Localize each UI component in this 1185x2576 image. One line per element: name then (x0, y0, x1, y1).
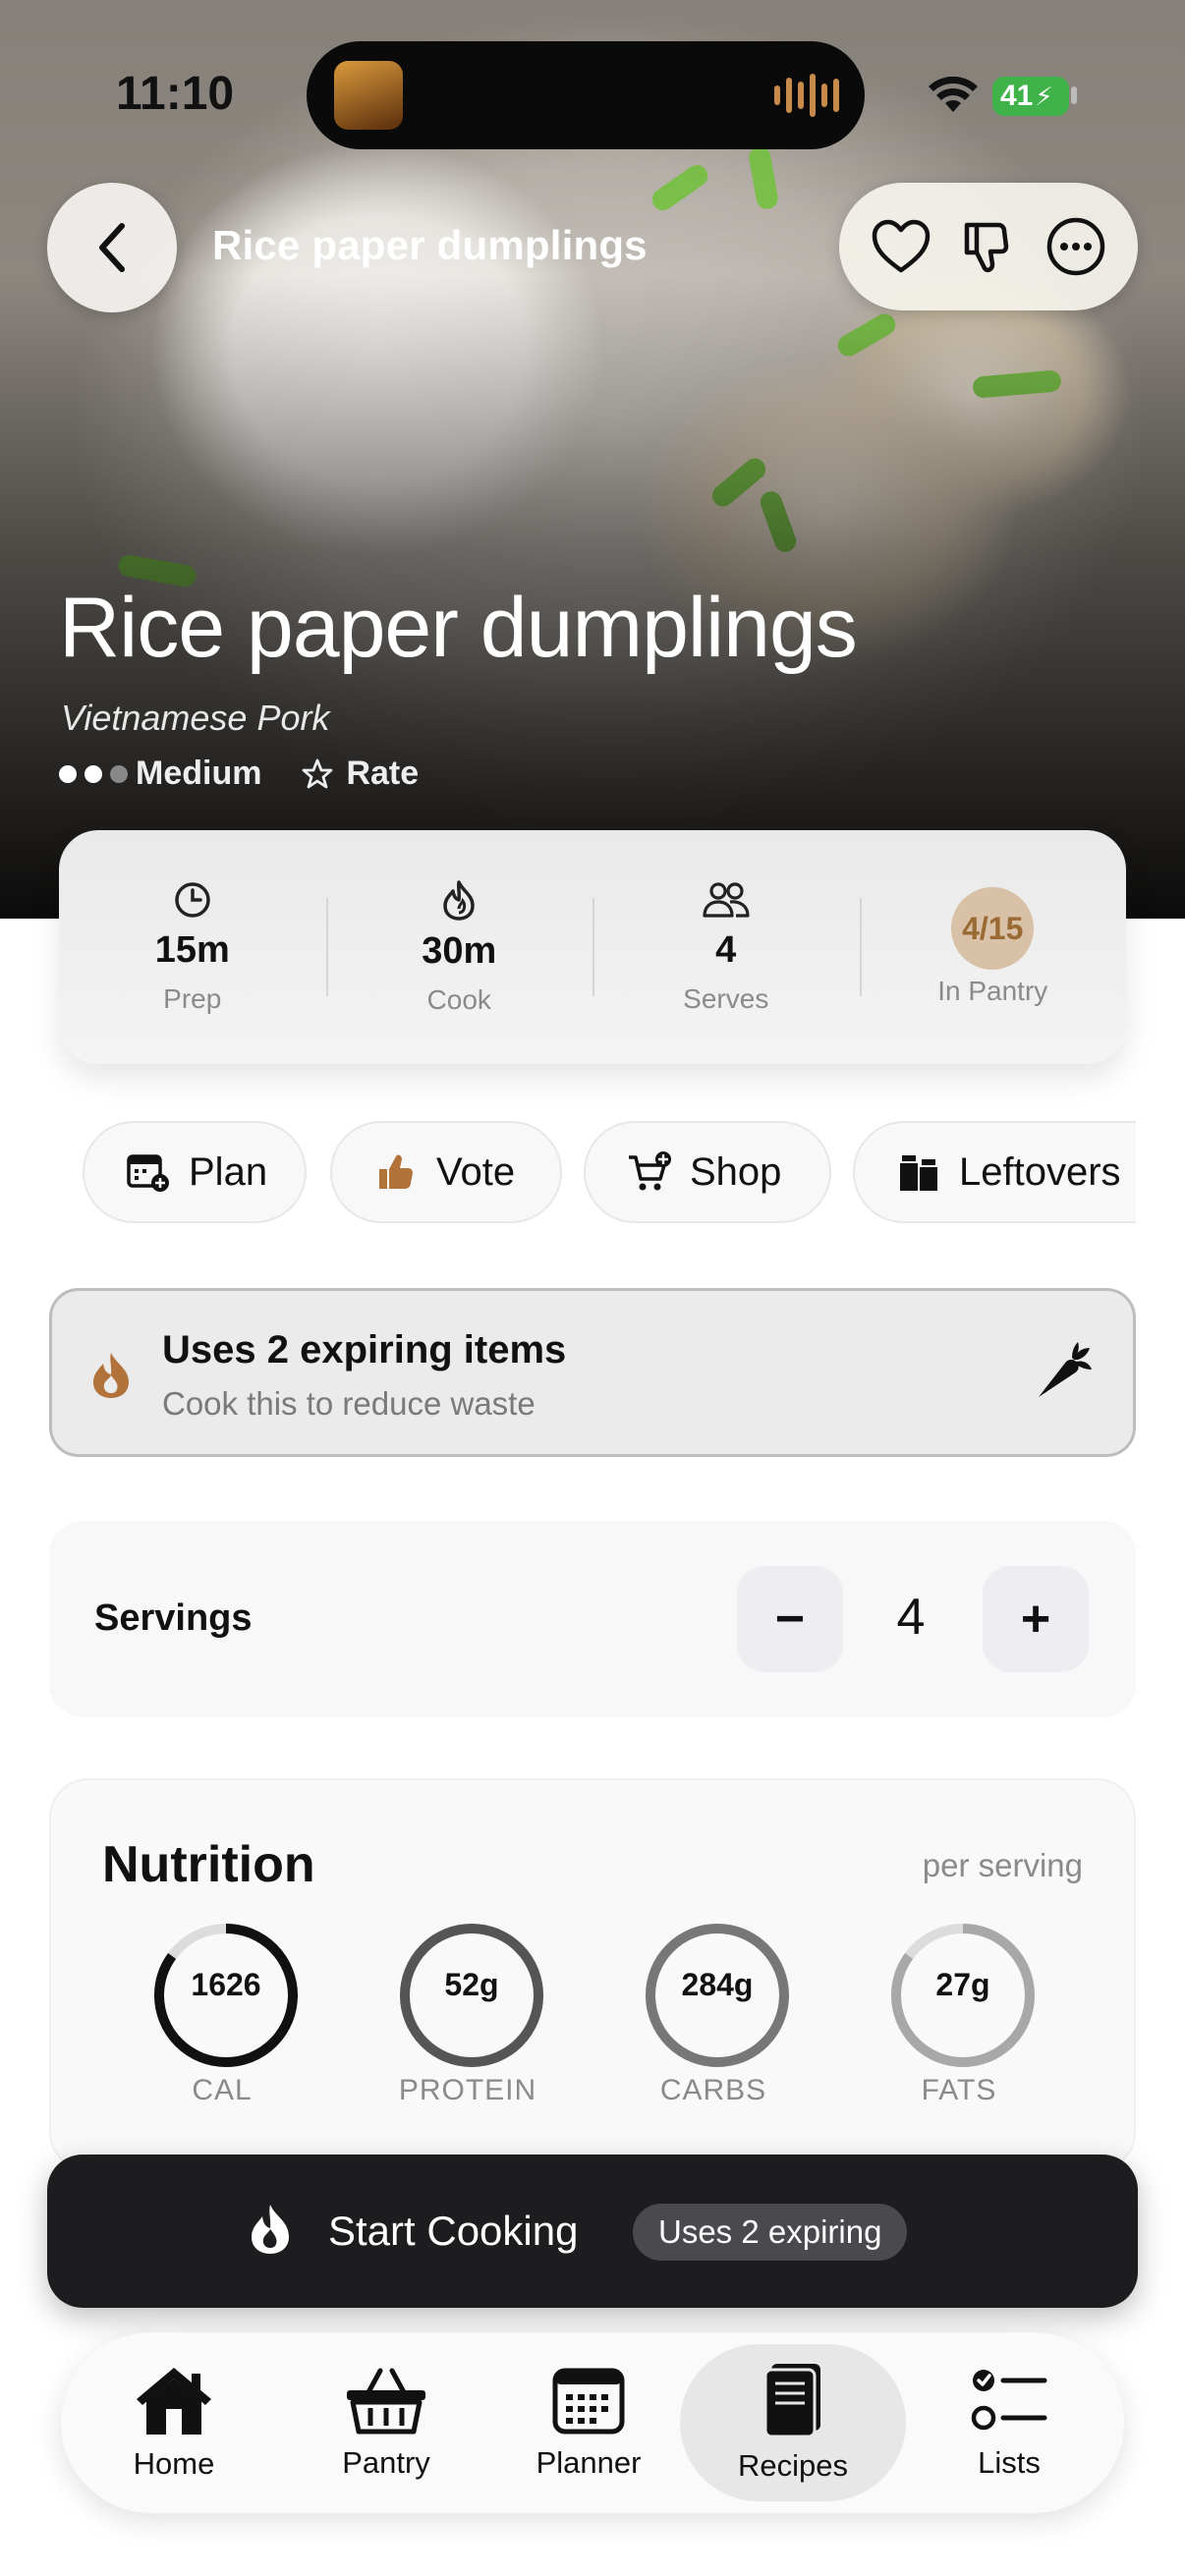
stat-label: In Pantry (937, 976, 1048, 1006)
dislike-button[interactable] (954, 212, 1023, 281)
expiring-subtitle: Cook this to reduce waste (162, 1385, 536, 1422)
tab-lists[interactable]: Lists (906, 2344, 1112, 2501)
carbs-value: 284g (681, 1967, 754, 2002)
tab-label: Recipes (738, 2448, 848, 2483)
start-cooking-label: Start Cooking (328, 2208, 579, 2254)
stat-prep: 15m Prep (59, 868, 326, 1026)
battery-tip (1071, 86, 1077, 104)
decrease-servings-button[interactable]: − (737, 1566, 843, 1672)
nutrition-card: Nutrition per serving 1626 52g 284g 27g (49, 1778, 1136, 2171)
basket-icon (347, 2368, 425, 2435)
stat-value: 15m (154, 928, 230, 971)
stat-value: 4 (715, 928, 737, 971)
vote-chip[interactable]: Vote (330, 1121, 562, 1223)
expiring-banner[interactable]: Uses 2 expiring items Cook this to reduc… (49, 1288, 1136, 1457)
status-time: 11:10 (116, 68, 235, 120)
stat-label: Prep (163, 982, 222, 1014)
calendar-add-icon (126, 1149, 171, 1195)
tab-planner[interactable]: Planner (485, 2344, 692, 2501)
start-cooking-button[interactable]: Start Cooking Uses 2 expiring (47, 2155, 1138, 2308)
chip-label: Shop (690, 1149, 782, 1194)
favorite-button[interactable] (867, 212, 935, 281)
now-playing-thumbnail (334, 61, 403, 130)
book-icon (763, 2364, 820, 2438)
stat-label: Serves (683, 982, 769, 1014)
rate-button[interactable]: Rate (301, 755, 419, 793)
servings-label: Servings (94, 1597, 253, 1639)
container-icon (896, 1149, 941, 1195)
pantry-badge: 4/15 (951, 887, 1035, 970)
audio-wave-icon (774, 71, 839, 120)
difficulty-dot (85, 764, 102, 783)
tab-bar: Home Pantry Planner Recipes Lists (61, 2332, 1124, 2513)
stat-pantry[interactable]: 4/15 In Pantry (859, 868, 1127, 1026)
servings-value: 4 (896, 1589, 926, 1646)
wifi-icon (929, 77, 978, 112)
house-icon (137, 2368, 211, 2435)
difficulty-dot (59, 764, 77, 783)
people-icon (703, 881, 750, 918)
tab-pantry[interactable]: Pantry (283, 2344, 489, 2501)
protein-label: PROTEIN (398, 2074, 537, 2106)
nutrition-per: per serving (922, 1847, 1083, 1883)
chip-label: Plan (189, 1149, 268, 1194)
more-button[interactable] (1042, 212, 1110, 281)
tab-label: Pantry (342, 2445, 430, 2480)
stat-value: 30m (422, 929, 497, 972)
flame-icon (93, 1353, 129, 1398)
difficulty-label: Medium (136, 755, 262, 792)
recipe-stats-card: 15m Prep 30m Cook 4 Serves 4/15 In Pantr… (59, 830, 1126, 1064)
tab-label: Home (133, 2446, 215, 2481)
tab-label: Lists (978, 2445, 1041, 2480)
stat-cook: 30m Cook (325, 868, 593, 1026)
servings-card: Servings − 4 + (49, 1521, 1136, 1717)
fats-value: 27g (935, 1967, 990, 2002)
flame-icon (252, 2205, 289, 2254)
fats-label: FATS (921, 2074, 997, 2106)
recipe-cuisine: Vietnamese Pork (61, 698, 330, 738)
star-icon (303, 758, 333, 788)
clock-icon (175, 881, 210, 918)
tab-home[interactable]: Home (71, 2344, 277, 2501)
battery-indicator: 41 ⚡ (992, 77, 1069, 116)
carrot-icon (1039, 1342, 1092, 1397)
stat-serves: 4 Serves (592, 868, 860, 1026)
recipe-title: Rice paper dumplings (59, 581, 858, 675)
calendar-icon (552, 2368, 625, 2435)
thumbs-up-icon (373, 1149, 419, 1195)
chip-label: Leftovers (959, 1149, 1121, 1194)
chevron-left-icon (99, 223, 125, 272)
battery-level: 41 (1000, 80, 1034, 112)
rate-label: Rate (346, 755, 420, 792)
nutrition-title: Nutrition (102, 1836, 315, 1893)
stat-label: Cook (426, 983, 491, 1015)
carbs-label: CARBS (659, 2074, 767, 2106)
heart-icon (872, 219, 930, 273)
tab-label: Planner (536, 2445, 642, 2480)
nav-title: Rice paper dumplings (212, 222, 648, 268)
checklist-icon (971, 2370, 1047, 2431)
chip-label: Vote (436, 1149, 516, 1194)
calories-value: 1626 (191, 1967, 261, 2002)
plan-chip[interactable]: Plan (83, 1121, 307, 1223)
cart-add-icon (627, 1149, 672, 1195)
back-button[interactable] (47, 183, 177, 312)
tab-recipes[interactable]: Recipes (680, 2344, 906, 2501)
shop-chip[interactable]: Shop (584, 1121, 831, 1223)
protein-value: 52g (444, 1967, 499, 2002)
calories-label: CAL (192, 2074, 253, 2106)
ellipsis-circle-icon (1047, 217, 1105, 276)
thumbs-down-icon (964, 222, 1009, 273)
expiring-title: Uses 2 expiring items (162, 1328, 567, 1372)
leftovers-chip[interactable]: Leftovers (853, 1121, 1136, 1223)
expiring-badge: Uses 2 expiring (633, 2204, 908, 2261)
increase-servings-button[interactable]: + (983, 1566, 1089, 1672)
difficulty-dot (110, 764, 128, 783)
difficulty-rate-row: Medium Rate (59, 755, 419, 793)
recipe-actions (839, 183, 1138, 310)
flame-icon (443, 879, 475, 921)
